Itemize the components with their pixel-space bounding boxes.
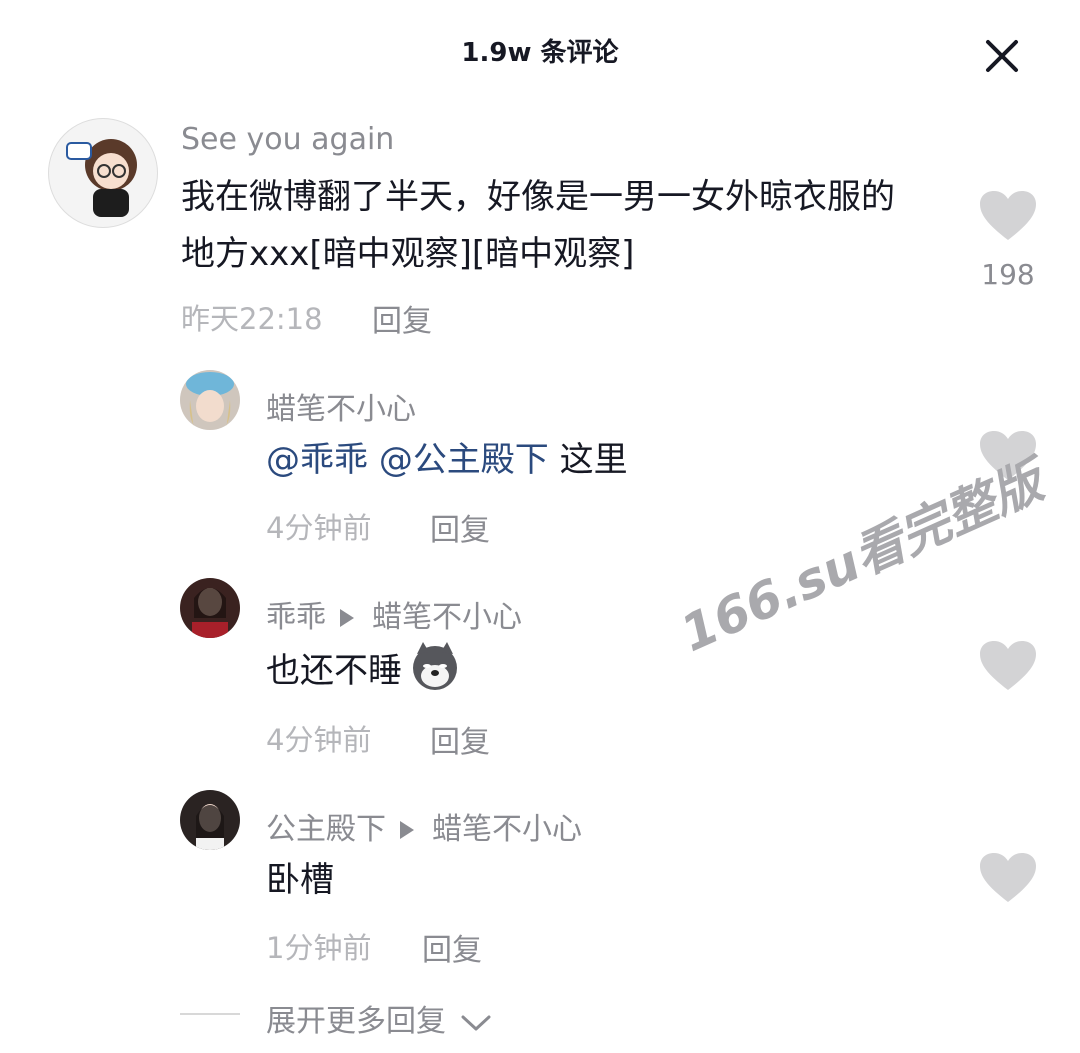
reply-time: 4分钟前 (266, 511, 372, 545)
close-icon[interactable] (982, 36, 1022, 76)
avatar[interactable] (180, 578, 240, 638)
heart-icon[interactable] (979, 640, 1037, 692)
reply-to-username[interactable]: 蜡笔不小心 (432, 812, 582, 847)
comment-text-line2: 地方xxx[暗中观察][暗中观察] (181, 234, 635, 274)
watermark: 166.su看完整版 (672, 451, 1052, 664)
avatar-photo (180, 370, 240, 430)
reply-text-content: 这里 (548, 440, 628, 480)
comment-count-title: 1.9w 条评论 (461, 38, 619, 68)
avatar-photo (180, 790, 240, 850)
avatar-illustration (66, 139, 137, 217)
reply-button[interactable]: 回复 (430, 505, 490, 549)
comment-username[interactable]: See you again (181, 122, 394, 157)
reply-to-username[interactable]: 蜡笔不小心 (372, 600, 522, 635)
expand-more-replies-button[interactable]: 展开更多回复 (266, 996, 492, 1040)
play-arrow-icon (400, 820, 414, 839)
reply-button[interactable]: 回复 (422, 925, 482, 969)
avatar-photo (180, 578, 240, 638)
avatar[interactable] (180, 790, 240, 850)
reply-text: 卧槽 (266, 860, 334, 900)
avatar[interactable] (48, 118, 158, 228)
comment-text-line1: 我在微博翻了半天，好像是一男一女外晾衣服的 (181, 177, 895, 217)
comment-time: 昨天22:18 (181, 302, 323, 336)
mention-link[interactable]: @乖乖 (266, 440, 368, 480)
mention-link[interactable]: @公主殿下 (379, 440, 549, 480)
play-arrow-icon (340, 608, 354, 627)
reply-username[interactable]: 蜡笔不小心 (266, 384, 416, 428)
comments-header: 1.9w 条评论 (0, 0, 1080, 100)
reply-header: 乖乖 蜡笔不小心 (266, 592, 522, 636)
avatar[interactable] (180, 370, 240, 430)
dog-emoji (412, 642, 457, 690)
reply-text: @乖乖 @公主殿下 这里 (266, 432, 628, 489)
reply-button[interactable]: 回复 (372, 296, 432, 340)
chevron-down-icon (461, 1015, 491, 1030)
divider (180, 1013, 240, 1015)
reply-time: 1分钟前 (266, 931, 372, 965)
reply-username[interactable]: 乖乖 (266, 600, 326, 635)
reply-username[interactable]: 公主殿下 (266, 812, 386, 847)
reply-button[interactable]: 回复 (430, 717, 490, 761)
reply-text: 也还不睡 (266, 640, 461, 700)
reply-text-content: 也还不睡 (266, 651, 402, 691)
expand-label: 展开更多回复 (266, 1004, 446, 1039)
like-count: 198 (981, 258, 1035, 291)
heart-icon[interactable] (979, 852, 1037, 904)
heart-icon[interactable] (979, 190, 1037, 242)
reply-time: 4分钟前 (266, 723, 372, 757)
reply-header: 公主殿下 蜡笔不小心 (266, 804, 582, 848)
